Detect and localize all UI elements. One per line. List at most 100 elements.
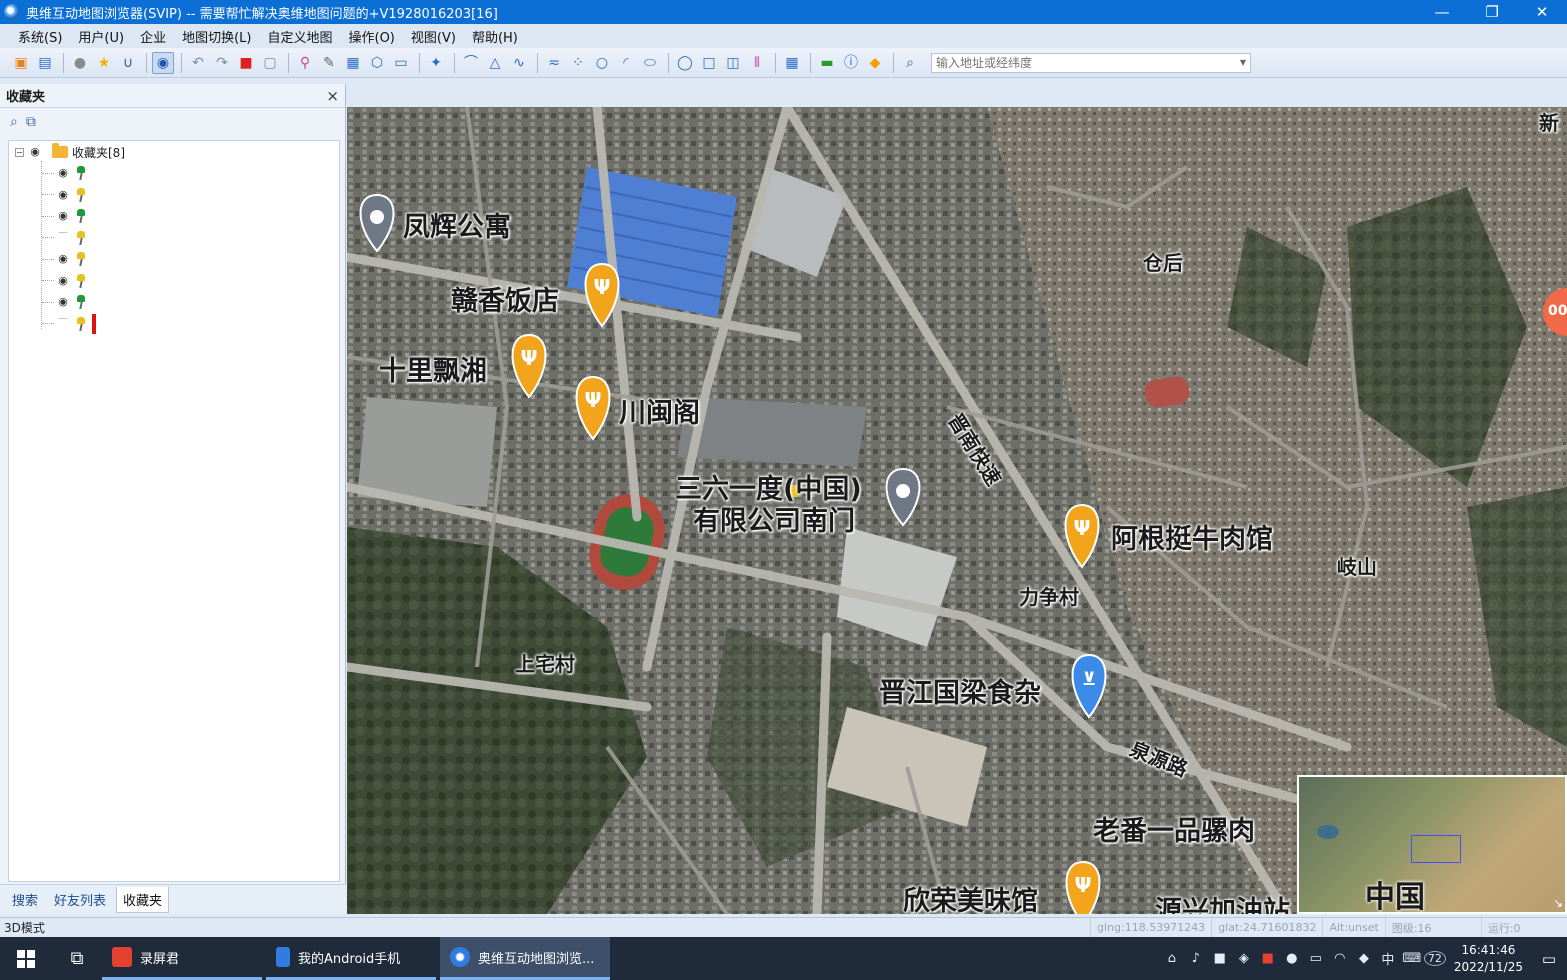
minimize-button[interactable]: — — [1417, 0, 1467, 24]
eye-icon[interactable]: ◉ — [56, 296, 70, 307]
close-button[interactable]: ✕ — [1517, 0, 1567, 24]
menu-operation[interactable]: 操作(O) — [341, 27, 403, 46]
tab-search[interactable]: 搜索 — [6, 887, 44, 912]
keyboard-icon[interactable]: ⌨ — [1400, 951, 1424, 966]
taskbar-app-android[interactable]: 我的Android手机 — [266, 937, 436, 980]
pin-icon[interactable]: ✦ — [425, 52, 447, 74]
map-label[interactable]: 凤辉公寓 — [403, 205, 511, 244]
delete-icon[interactable]: ■ — [235, 52, 257, 74]
favorite-item[interactable]: ◉ — [42, 185, 86, 205]
place-marker-icon[interactable]: ⚲ — [294, 52, 316, 74]
taskbar-app-ovital[interactable]: 奥维互动地图浏览... — [440, 937, 610, 980]
address-search-input[interactable] — [931, 52, 1251, 73]
polygon-icon[interactable]: ⬡ — [366, 52, 388, 74]
table-icon[interactable]: ▦ — [781, 52, 803, 74]
points-icon[interactable]: ⁘ — [567, 52, 589, 74]
favorite-item[interactable]: ◉ — [42, 271, 86, 291]
battery-icon[interactable]: ▭ — [1304, 951, 1328, 966]
menu-view[interactable]: 视图(V) — [403, 27, 464, 46]
eye-icon[interactable]: ◉ — [56, 189, 70, 200]
ellipse-icon[interactable]: ⬭ — [639, 52, 661, 74]
eye-icon[interactable]: ◉ — [56, 275, 70, 286]
map-view[interactable]: Ψ Ψ Ψ Ψ ⊻ Ψ 凤辉公寓 赣香饭店 十里飘湘 川闽阁 三六一度(中国) … — [347, 107, 1567, 914]
menu-system[interactable]: 系统(S) — [10, 27, 70, 46]
eye-icon[interactable]: ◉ — [56, 167, 70, 178]
eye-closed-icon[interactable]: ﹋ — [56, 233, 70, 243]
wifi-icon[interactable]: ◠ — [1328, 951, 1352, 966]
tab-friends[interactable]: 好友列表 — [48, 887, 112, 912]
map-label[interactable]: 岐山 — [1337, 551, 1377, 580]
info-icon[interactable]: ⓘ — [840, 52, 862, 74]
menu-user[interactable]: 用户(U) — [70, 27, 132, 46]
record-tray-icon[interactable]: ■ — [1256, 951, 1280, 966]
redo-icon[interactable]: ↷ — [211, 52, 233, 74]
polyline-icon[interactable]: ⌒ — [460, 52, 482, 74]
map-label[interactable]: 力争村 — [1019, 581, 1079, 610]
eye-icon[interactable]: ◉ — [56, 253, 70, 264]
menu-custom-map[interactable]: 自定义地图 — [259, 27, 340, 46]
camera-icon[interactable]: ▭ — [390, 52, 412, 74]
menu-enterprise[interactable]: 企业 — [132, 27, 174, 46]
open-icon[interactable]: ▣ — [10, 52, 32, 74]
favorite-star-icon[interactable]: ★ — [93, 52, 115, 74]
search-icon[interactable]: ⌕ — [899, 52, 921, 74]
map-label[interactable]: 仓后 — [1143, 247, 1183, 276]
notification-icon[interactable]: ▭ — [1531, 937, 1567, 980]
favorite-item[interactable]: ﹋ — [42, 313, 96, 334]
ime-indicator[interactable]: 中 — [1376, 949, 1400, 968]
volume-icon[interactable]: ♪ — [1184, 951, 1208, 966]
menu-map-switch[interactable]: 地图切换(L) — [174, 27, 259, 46]
measure-icon[interactable]: ≂ — [543, 52, 565, 74]
circle-icon[interactable]: ○ — [591, 52, 613, 74]
triangle-icon[interactable]: △ — [484, 52, 506, 74]
restaurant-marker-icon[interactable]: Ψ — [1064, 503, 1100, 569]
shopping-cart-marker-icon[interactable]: ⊻ — [1071, 653, 1107, 719]
curve-icon[interactable]: ∿ — [508, 52, 530, 74]
restaurant-marker-icon[interactable]: Ψ — [584, 262, 620, 328]
map-label[interactable]: 上宅村 — [515, 648, 575, 677]
start-button[interactable] — [0, 937, 52, 980]
3d-mode-icon[interactable]: ◉ — [152, 51, 174, 74]
layer-icon[interactable]: ▦ — [342, 52, 364, 74]
map-label[interactable]: 阿根挺牛肉馆 — [1111, 517, 1273, 556]
clock[interactable]: 16:41:46 2022/11/25 — [1454, 942, 1523, 976]
map-label[interactable]: 源兴加油站 — [1155, 889, 1290, 914]
round-icon[interactable]: ◯ — [674, 52, 696, 74]
undo-icon[interactable]: ↶ — [187, 52, 209, 74]
doc-icon[interactable]: ◫ — [722, 52, 744, 74]
tab-favorites[interactable]: 收藏夹 — [116, 886, 170, 913]
diamond-icon[interactable]: ◆ — [1352, 951, 1376, 966]
restore-button[interactable]: ❐ — [1467, 0, 1517, 24]
eye-closed-icon[interactable]: ﹋ — [56, 319, 70, 329]
map-label[interactable]: 十里飘湘 — [379, 349, 487, 388]
map-label[interactable]: 川闽阁 — [619, 391, 700, 430]
chevron-down-icon[interactable]: ▼ — [1236, 53, 1250, 73]
task-view-icon[interactable]: ⧉ — [52, 937, 102, 980]
map-label[interactable]: 赣香饭店 — [451, 279, 559, 318]
cpu-badge[interactable]: 72 — [1423, 951, 1446, 966]
favorite-item[interactable]: ◉ — [42, 249, 86, 269]
shield-icon[interactable]: ◈ — [1232, 951, 1256, 966]
vip-icon[interactable]: ◆ — [864, 52, 886, 74]
favorite-item[interactable]: ﹋ — [42, 228, 86, 248]
close-icon[interactable]: × — [326, 87, 339, 105]
chat-icon[interactable]: ▬ — [816, 52, 838, 74]
app-tray-icon[interactable]: ■ — [1208, 951, 1232, 966]
network-icon[interactable]: ⌂ — [1160, 951, 1184, 966]
map-label[interactable]: 有限公司南门 — [693, 499, 855, 538]
search-icon[interactable]: ⌕ — [10, 114, 18, 130]
resize-icon[interactable]: ↘ — [1553, 896, 1563, 910]
favorite-item[interactable]: ◉ — [42, 163, 86, 183]
save-icon[interactable]: ▤ — [34, 52, 56, 74]
arc-icon[interactable]: ◜ — [615, 52, 637, 74]
select-rect-icon[interactable]: ▢ — [259, 52, 281, 74]
map-label[interactable]: 欣荣美味馆 — [903, 879, 1038, 914]
favorites-tree[interactable]: − ◉ 收藏夹[8] ◉ ◉ ◉ ﹋ ◉ ◉ ◉ ﹋ — [8, 140, 340, 882]
viewport-frame[interactable] — [1411, 835, 1461, 863]
poi-gray-marker-icon[interactable] — [885, 467, 921, 527]
eye-icon[interactable]: ◉ — [56, 210, 70, 221]
poi-gray-marker-icon[interactable] — [359, 193, 395, 253]
restaurant-marker-icon[interactable]: Ψ — [511, 333, 547, 399]
map-label[interactable]: 老番一品骡肉 — [1093, 809, 1255, 848]
mic-icon[interactable]: ● — [1280, 951, 1304, 966]
